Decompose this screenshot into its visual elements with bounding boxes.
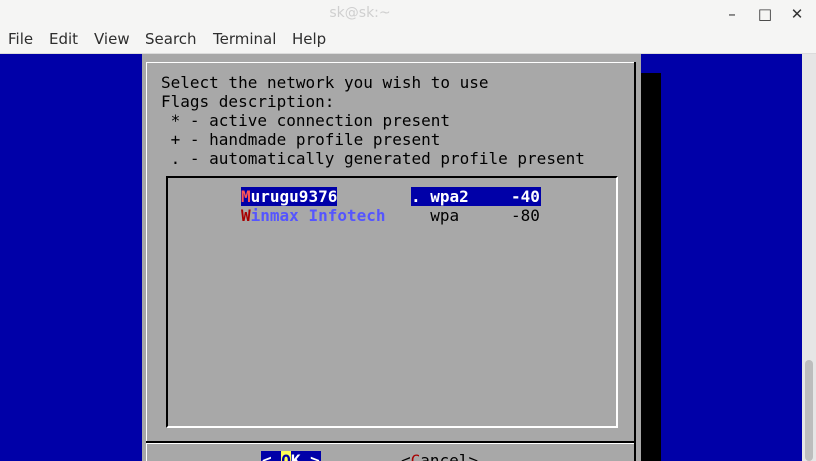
menu-help[interactable]: Help: [292, 30, 326, 48]
network-details-selected[interactable]: . wpa2 -40: [411, 187, 541, 206]
dialog-border-top: [146, 62, 634, 63]
ok-bracket-left: <: [262, 451, 282, 461]
terminal-area[interactable]: Select the network you wish to use Flags …: [0, 54, 802, 461]
title-bar: sk@sk:~ – □ ✕: [0, 0, 816, 28]
description-line: . - automatically generated profile pres…: [161, 149, 585, 168]
dialog-description: Select the network you wish to use Flags …: [161, 73, 585, 168]
network-hotkey: W: [241, 206, 251, 225]
dialog-separator-light: [146, 443, 634, 444]
network-flag: [411, 206, 421, 225]
menu-file[interactable]: File: [8, 30, 33, 48]
description-line: * - active connection present: [161, 111, 450, 130]
menu-bar: File Edit View Search Terminal Help: [0, 28, 816, 54]
scrollbar-thumb[interactable]: [805, 360, 813, 461]
network-security: wpa: [430, 206, 460, 225]
cancel-button[interactable]: <Cancel>: [401, 451, 478, 461]
network-name-text: inmax Infotech: [250, 206, 386, 225]
description-line: Select the network you wish to use: [161, 73, 489, 92]
cancel-label: ancel: [420, 451, 469, 461]
network-signal: -80: [511, 206, 540, 225]
menu-search[interactable]: Search: [145, 30, 197, 48]
dialog-border-right: [634, 62, 636, 461]
maximize-icon[interactable]: □: [755, 4, 775, 24]
network-list: [166, 176, 618, 428]
ok-button[interactable]: < OK >: [261, 451, 321, 461]
network-signal: -40: [511, 187, 540, 206]
network-name: urugu9376: [250, 187, 338, 206]
network-name-selected[interactable]: Murugu9376: [241, 187, 338, 206]
description-line: Flags description:: [161, 92, 335, 111]
ok-label: K: [290, 451, 301, 461]
cancel-bracket-left: <: [401, 451, 411, 461]
network-security: wpa2: [430, 187, 469, 206]
close-icon[interactable]: ✕: [787, 4, 807, 24]
menu-terminal[interactable]: Terminal: [213, 30, 276, 48]
cancel-hotkey: C: [410, 451, 421, 461]
menu-edit[interactable]: Edit: [49, 30, 78, 48]
ok-bracket-right: >: [300, 451, 320, 461]
ok-hotkey: O: [281, 451, 291, 461]
network-flag: .: [411, 187, 421, 206]
dialog-border-left: [146, 62, 147, 461]
network-name[interactable]: Winmax Infotech: [241, 206, 386, 225]
minimize-icon[interactable]: –: [722, 4, 742, 24]
network-details[interactable]: wpa -80: [411, 206, 541, 225]
window-title: sk@sk:~: [329, 5, 391, 21]
network-hotkey: M: [241, 187, 251, 206]
menu-view[interactable]: View: [94, 30, 130, 48]
cancel-bracket-right: >: [468, 451, 479, 461]
dialog-shadow: [641, 73, 661, 461]
description-line: + - handmade profile present: [161, 130, 441, 149]
